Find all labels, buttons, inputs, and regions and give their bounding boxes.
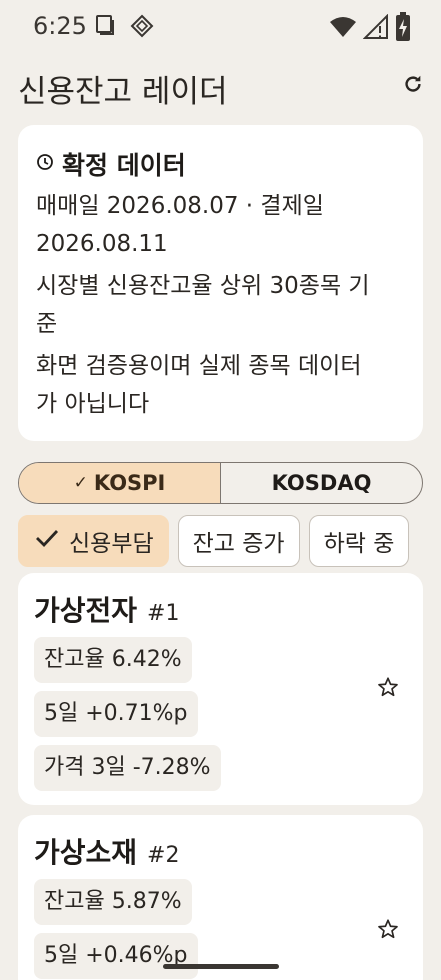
page-title: 신용잔고 레이더 [18, 74, 228, 110]
stock-card[interactable]: 가상전자 #1 잔고율 6.42% 5일 +0.71%p 가격 3일 -7.28… [18, 573, 423, 805]
balance-rate-badge: 잔고율 5.87% [34, 879, 192, 925]
star-outline-icon [377, 676, 399, 702]
star-outline-icon [377, 918, 399, 944]
refresh-icon [402, 73, 424, 99]
trade-settlement-dates: 매매일 2026.08.07 · 결제일 2026.08.11 [36, 187, 405, 263]
tab-kosdaq-label: KOSDAQ [271, 471, 372, 495]
status-bar: 6:25 [0, 0, 441, 56]
filter-chip-balance-increase[interactable]: 잔고 증가 [177, 515, 300, 567]
refresh-button[interactable] [399, 72, 427, 100]
disclaimer-line-1: 화면 검증용이며 실제 종목 데이터 [36, 353, 362, 379]
stock-rank: #2 [147, 843, 180, 868]
disclaimer-line-2: 가 아닙니다 [36, 391, 150, 417]
stock-name: 가상전자 [34, 594, 138, 627]
wifi-icon [329, 15, 357, 43]
five-day-change-badge: 5일 +0.46%p [34, 933, 198, 979]
tab-kospi[interactable]: ✓ KOSPI [19, 463, 221, 503]
screenshot-icon [94, 14, 116, 40]
favorite-button[interactable] [375, 676, 401, 702]
status-time: 6:25 [33, 12, 87, 40]
price-change-badge: 가격 3일 -7.28% [34, 745, 221, 791]
criteria-line-2: 준 [36, 311, 58, 337]
dates-line-1: 매매일 2026.08.07 · 결제일 [36, 193, 324, 219]
clock-icon [36, 153, 54, 175]
stock-rank: #1 [147, 601, 180, 626]
filter-chip-label: 신용부담 [69, 531, 154, 557]
filter-chip-credit-burden[interactable]: 신용부담 [18, 515, 169, 567]
info-card-title: 확정 데이터 [62, 151, 186, 180]
home-indicator[interactable] [163, 964, 279, 969]
filter-chip-row[interactable]: 신용부담 잔고 증가 하락 중 [18, 515, 441, 567]
app-notification-icon [130, 14, 154, 42]
dates-line-2: 2026.08.11 [36, 231, 168, 257]
disclaimer-text: 화면 검증용이며 실제 종목 데이터 가 아닙니다 [36, 347, 405, 423]
criteria-text: 시장별 신용잔고율 상위 30종목 기 준 [36, 267, 405, 343]
market-segmented-control: ✓ KOSPI KOSDAQ [18, 462, 423, 504]
cell-signal-icon [362, 13, 389, 44]
data-info-card: 확정 데이터 매매일 2026.08.07 · 결제일 2026.08.11 시… [18, 125, 423, 441]
check-icon [35, 528, 59, 554]
five-day-change-badge: 5일 +0.71%p [34, 691, 198, 737]
tab-kospi-label: KOSPI [93, 471, 166, 495]
stock-card[interactable]: 가상소재 #2 잔고율 5.87% 5일 +0.46%p [18, 815, 423, 980]
filter-chip-falling[interactable]: 하락 중 [308, 515, 410, 567]
info-card-header: 확정 데이터 [36, 145, 405, 183]
stock-name: 가상소재 [34, 836, 138, 869]
filter-chip-label: 잔고 증가 [192, 531, 285, 557]
check-icon: ✓ [73, 473, 88, 493]
filter-chip-label: 하락 중 [323, 531, 395, 557]
favorite-button[interactable] [375, 918, 401, 944]
battery-charging-icon [395, 12, 411, 46]
tab-kosdaq[interactable]: KOSDAQ [221, 463, 422, 503]
balance-rate-badge: 잔고율 6.42% [34, 637, 192, 683]
criteria-line-1: 시장별 신용잔고율 상위 30종목 기 [36, 273, 370, 299]
